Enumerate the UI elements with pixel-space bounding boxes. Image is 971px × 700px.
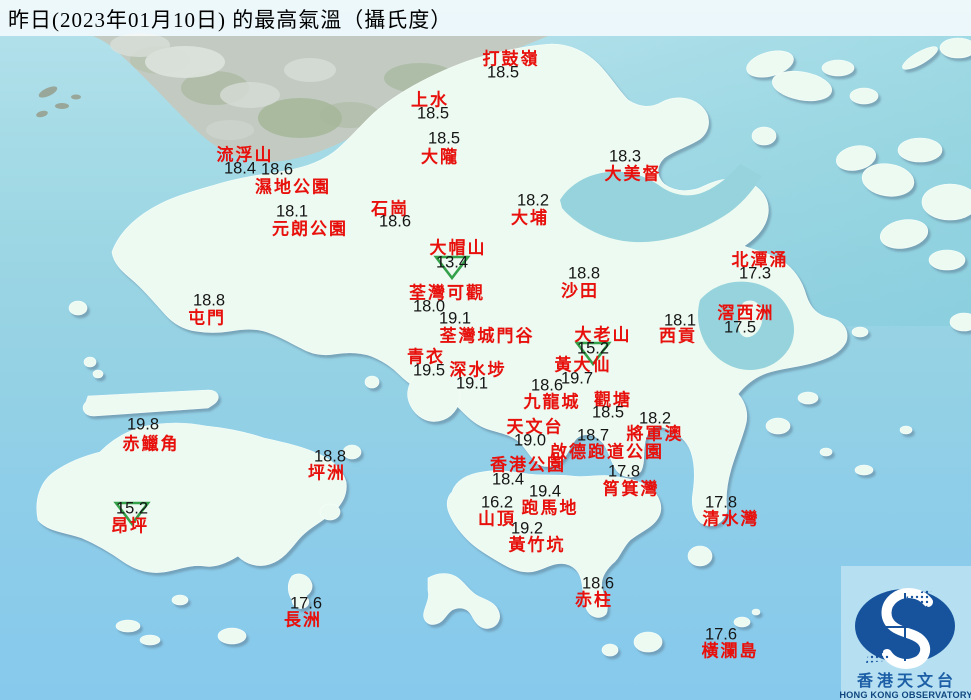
station-value: 18.6 <box>260 160 294 179</box>
station-value: 18.5 <box>416 104 450 123</box>
station-value: 18.3 <box>608 147 642 166</box>
station-value: 18.1 <box>275 202 309 221</box>
station-value: 18.2 <box>516 191 550 210</box>
station-value: 18.5 <box>486 63 520 82</box>
station-value: 18.4 <box>491 470 525 489</box>
station-value: 17.8 <box>607 462 641 481</box>
station-value: 18.5 <box>591 403 625 422</box>
station-value: 18.8 <box>313 447 347 466</box>
station-value: 18.6 <box>378 212 412 231</box>
station-value: 17.6 <box>704 625 738 644</box>
station-labels-layer: 打鼓嶺 18.5 上水 18.5 大隴 18.5 流浮山 18.4 濕地公園 18.6 大美督 18.… <box>0 0 971 700</box>
station-value: 19.1 <box>438 309 472 328</box>
station-value: 18.6 <box>581 574 615 593</box>
page-title: 昨日(2023年01月10日) 的最高氣溫（攝氏度） <box>8 8 453 32</box>
station-value: 19.1 <box>455 374 489 393</box>
station-value: 18.2 <box>638 409 672 428</box>
station-value: 19.4 <box>528 482 562 501</box>
station-value: 18.1 <box>663 311 697 330</box>
station-value: 16.2 <box>480 493 514 512</box>
station-value: 19.8 <box>126 415 160 434</box>
station-value: 18.7 <box>576 426 610 445</box>
station-value: 17.3 <box>738 264 772 283</box>
station-value: 17.6 <box>289 594 323 613</box>
station-value: 17.8 <box>704 493 738 512</box>
station-value: 17.5 <box>723 318 757 337</box>
station-value: 18.5 <box>427 129 461 148</box>
station-value: 19.2 <box>510 519 544 538</box>
station-value: 18.8 <box>567 264 601 283</box>
station-value: 19.5 <box>412 361 446 380</box>
station-value: 18.6 <box>530 376 564 395</box>
title-bar: 昨日(2023年01月10日) 的最高氣溫（攝氏度） <box>0 0 971 36</box>
station-value: 13.4 <box>435 253 469 272</box>
station-value: 19.7 <box>560 369 594 388</box>
station-value: 18.8 <box>192 291 226 310</box>
station-value: 15.2 <box>115 499 149 518</box>
temperature-map-screen: 香港天文台 HONG KONG OBSERVATORY 打鼓嶺 18.5 上水 18.… <box>0 0 971 700</box>
station-value: 19.0 <box>513 431 547 450</box>
station-value: 18.4 <box>223 159 257 178</box>
